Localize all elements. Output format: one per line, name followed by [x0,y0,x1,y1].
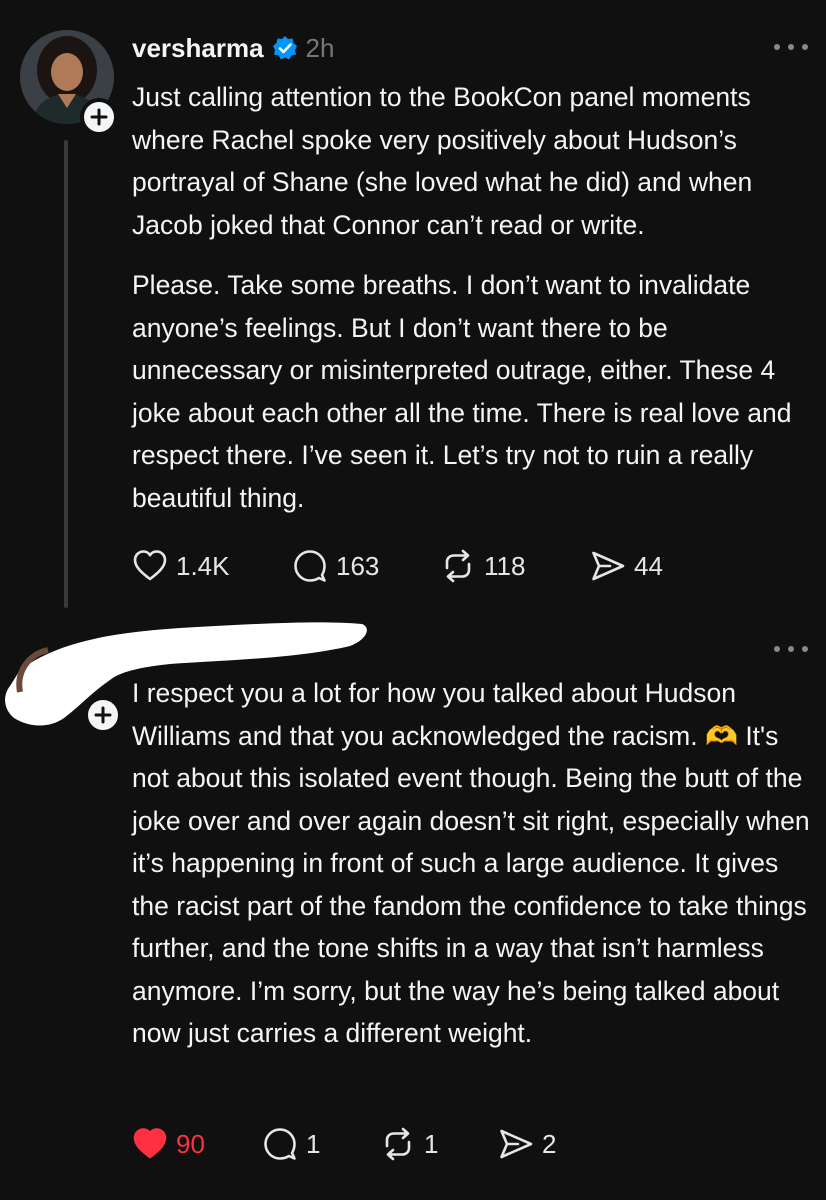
share-count: 2 [542,1128,557,1159]
heart-icon [133,1128,167,1159]
post-header: versharma 2h [132,28,334,68]
share-icon [592,551,625,581]
more-icon [774,44,780,50]
repost-button[interactable]: 118 [440,548,590,584]
thread-post: versharma 2h Just calling attention to t… [0,0,826,610]
follow-button[interactable] [84,696,122,734]
verified-badge-icon [272,36,297,60]
post-paragraph: Please. Take some breaths. I don’t want … [132,270,792,513]
follow-button[interactable] [80,98,118,136]
repost-count: 118 [484,550,526,581]
share-icon [500,1129,533,1159]
like-count: 1.4K [176,550,230,581]
repost-icon [445,549,471,583]
repost-icon [385,1127,411,1161]
share-button[interactable]: 44 [590,548,710,584]
repost-count: 1 [424,1128,439,1159]
repost-button[interactable]: 1 [380,1126,498,1162]
reply-button[interactable]: 163 [292,548,440,584]
reply-button[interactable]: 1 [262,1126,380,1162]
share-count: 44 [634,550,663,581]
reply-count: 163 [336,550,380,581]
reply-post: I respect you a lot for how you talked a… [0,610,826,1200]
share-button[interactable]: 2 [498,1126,598,1162]
post-body: I respect you a lot for how you talked a… [132,672,822,1055]
more-options-button[interactable] [774,644,808,654]
reply-count: 1 [306,1128,321,1159]
plus-icon [94,706,112,724]
post-paragraph: Just calling attention to the BookCon pa… [132,82,753,240]
thread-line [64,140,68,608]
post-body: Just calling attention to the BookCon pa… [132,76,822,519]
more-icon [774,646,780,652]
post-timestamp: 2h [305,32,335,63]
post-paragraph: I respect you a lot for how you talked a… [132,678,810,1048]
heart-icon [133,550,167,581]
post-actions: 90 1 1 2 [132,1122,598,1166]
like-count: 90 [176,1128,205,1159]
username[interactable]: versharma [132,33,264,64]
like-button[interactable]: 1.4K [132,548,292,584]
more-options-button[interactable] [774,42,808,52]
comment-icon [294,550,326,582]
post-actions: 1.4K 163 118 44 [132,544,710,588]
plus-icon [90,108,108,126]
comment-icon [264,1128,296,1160]
like-button[interactable]: 90 [132,1126,262,1162]
